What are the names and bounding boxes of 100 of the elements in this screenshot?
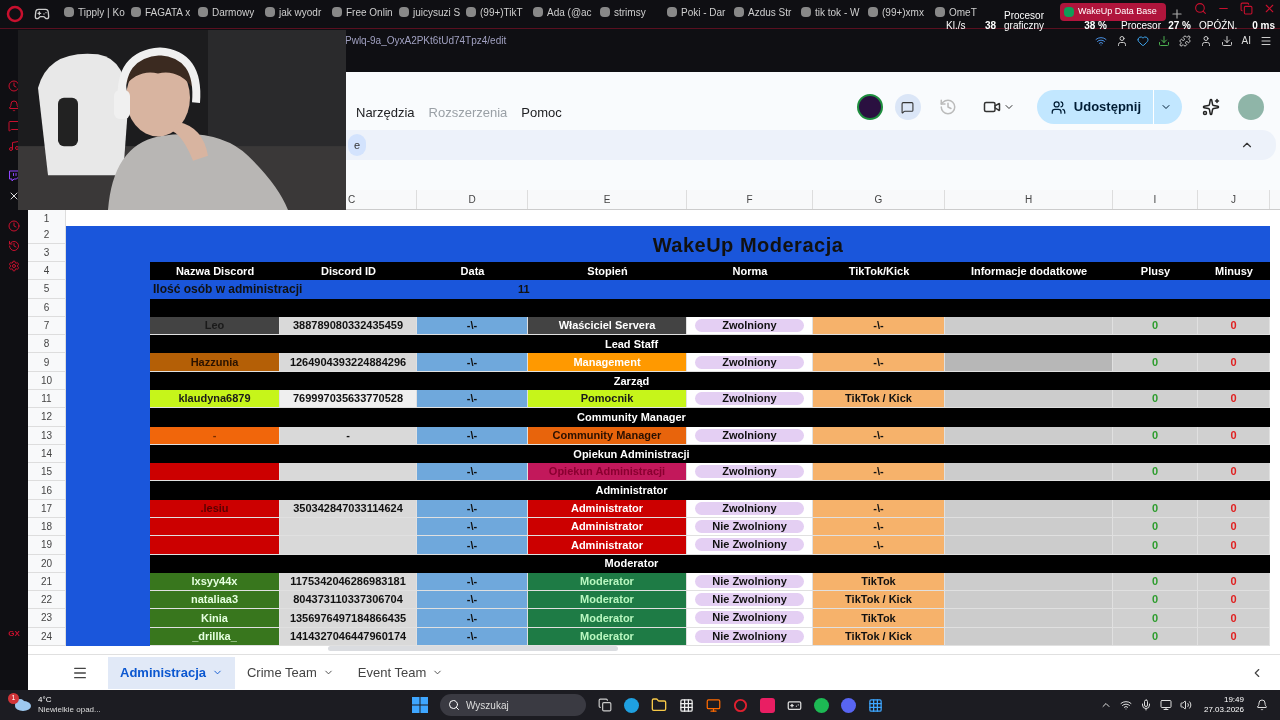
column-header[interactable]: G (813, 190, 945, 209)
tab-favicon-icon (198, 7, 208, 17)
row-number: 12 (28, 408, 66, 427)
status-chip: Zwolniony (695, 319, 804, 332)
gamepad-icon[interactable] (34, 6, 50, 22)
column-header[interactable]: C (348, 192, 356, 207)
browser-tab[interactable]: (99+)TikT (462, 3, 529, 21)
row-number: 8 (28, 335, 66, 354)
header-cell: Data (417, 262, 528, 281)
header-cell: Stopień (528, 262, 687, 281)
browser-logo-icon[interactable] (6, 5, 24, 23)
search-field[interactable]: Wyszukaj (440, 694, 586, 716)
notifications-icon[interactable] (1256, 699, 1268, 711)
microphone-icon[interactable] (1139, 699, 1152, 711)
folder-icon[interactable] (651, 697, 667, 713)
toolbar-chip[interactable]: e (348, 134, 367, 156)
browser-tab[interactable]: juicysuzi S (395, 3, 462, 21)
x-icon[interactable] (8, 190, 20, 202)
browser-tab[interactable]: FAGATA x (127, 3, 194, 21)
download-box-icon[interactable] (1157, 34, 1170, 47)
column-header[interactable]: F (687, 190, 813, 209)
stream-icon[interactable] (8, 170, 20, 182)
volume-icon[interactable] (1179, 699, 1192, 711)
cloud-icon[interactable] (12, 697, 32, 713)
status-chip: Nie Zwolniony (695, 538, 804, 552)
table-cell: 804373110337306704 (280, 591, 417, 610)
menu-icon[interactable] (1260, 34, 1272, 47)
section-header: Community Manager (150, 408, 1113, 427)
new-tab-icon[interactable] (1170, 7, 1184, 21)
task-view-icon[interactable] (598, 698, 612, 712)
ai-button[interactable]: AI (1241, 33, 1251, 48)
clock-date[interactable]: 27.03.2026 (1203, 705, 1244, 715)
tab-favicon-icon (466, 7, 476, 17)
browser-tab[interactable]: jak wyodr (261, 3, 328, 21)
user-icon[interactable] (1115, 34, 1128, 47)
browser-tab[interactable]: (99+)xmx (864, 3, 931, 21)
browser-tab[interactable]: tik tok - W (797, 3, 864, 21)
column-header[interactable]: D (417, 190, 528, 209)
menu-item[interactable]: Pomoc (521, 102, 562, 122)
settings-icon[interactable] (8, 260, 20, 272)
extensions-icon[interactable] (1178, 34, 1191, 47)
browser-tab[interactable]: Ada (@ac (529, 3, 596, 21)
heart-icon[interactable] (1136, 34, 1149, 47)
header-cell: Minusy (1198, 262, 1270, 281)
browser-tab[interactable]: Darmowy (194, 3, 261, 21)
bell-icon[interactable] (8, 100, 20, 112)
sheet-tab[interactable]: Crime Team (235, 656, 346, 689)
status-chip: Zwolniony (695, 465, 804, 479)
row-number: 3 (28, 244, 66, 262)
header-cell: Nazwa Discord (150, 262, 280, 281)
address-text[interactable]: Pwlq-9a_OyxA2PKt6tUd74Tpz4/edit (345, 33, 507, 48)
sparkle-icon[interactable] (1202, 98, 1220, 116)
sheet-title: WakeUp Moderacja (652, 233, 844, 258)
clock-time[interactable]: 19:49 (1223, 695, 1244, 705)
browser-tab[interactable]: Azdus Str (730, 3, 797, 21)
browser-tab[interactable]: Poki - Dar (663, 3, 730, 21)
network-icon[interactable] (1119, 699, 1132, 711)
sheet-tab[interactable]: Event Team (345, 656, 456, 689)
table-cell: 0 (1198, 591, 1270, 610)
table-cell: 0 (1113, 536, 1198, 555)
signal-icon[interactable] (1094, 34, 1107, 47)
table-cell: -\- (813, 353, 945, 372)
header-cell: Discord ID (280, 262, 417, 281)
apps-icon[interactable] (868, 697, 883, 713)
column-header[interactable]: H (945, 190, 1113, 209)
avatar[interactable] (856, 94, 883, 120)
windows-icon[interactable] (412, 697, 428, 713)
search-icon[interactable] (1194, 2, 1207, 15)
row-number: 1 (28, 210, 66, 226)
menu-item[interactable]: Narzędzia (356, 102, 415, 122)
table-cell: nataliaa3 (150, 591, 280, 610)
chat-icon[interactable] (8, 120, 20, 132)
restore-icon[interactable] (1240, 2, 1253, 15)
column-header[interactable]: E (528, 190, 687, 209)
close-icon[interactable] (1263, 2, 1276, 15)
stat-value: 0 ms (1252, 21, 1275, 31)
recent-icon[interactable] (8, 240, 20, 252)
music-icon[interactable] (8, 140, 20, 152)
browser-tab[interactable]: strimsy (596, 3, 663, 21)
table-cell: 0 (1198, 536, 1270, 555)
sheet-tab[interactable]: Administracja (108, 656, 235, 689)
status-chip: Zwolniony (695, 428, 804, 442)
row-number: 5 (28, 280, 66, 299)
browser-tab[interactable]: Free Onlin (328, 3, 395, 21)
profile-icon[interactable] (1199, 34, 1212, 47)
browser-tab[interactable]: WakeUp Data Base (1060, 3, 1166, 21)
status-chip: Nie Zwolniony (695, 611, 804, 625)
row-number: 19 (28, 536, 66, 555)
column-header[interactable]: I (1113, 190, 1198, 209)
tab-favicon-icon (935, 7, 945, 17)
share-button[interactable]: Udostępnij (1036, 90, 1182, 124)
chat-button[interactable] (894, 94, 921, 120)
app-icon[interactable] (706, 697, 721, 713)
browser-logo-icon[interactable] (733, 697, 748, 713)
download-icon[interactable] (1220, 34, 1233, 47)
browser-tab[interactable]: OmeT (931, 3, 998, 21)
browser-tab[interactable]: Tipply | Ko (60, 3, 127, 21)
display-icon[interactable] (1159, 699, 1172, 711)
column-header[interactable]: J (1198, 190, 1270, 209)
table-cell: Opiekun Administracji (528, 463, 687, 482)
